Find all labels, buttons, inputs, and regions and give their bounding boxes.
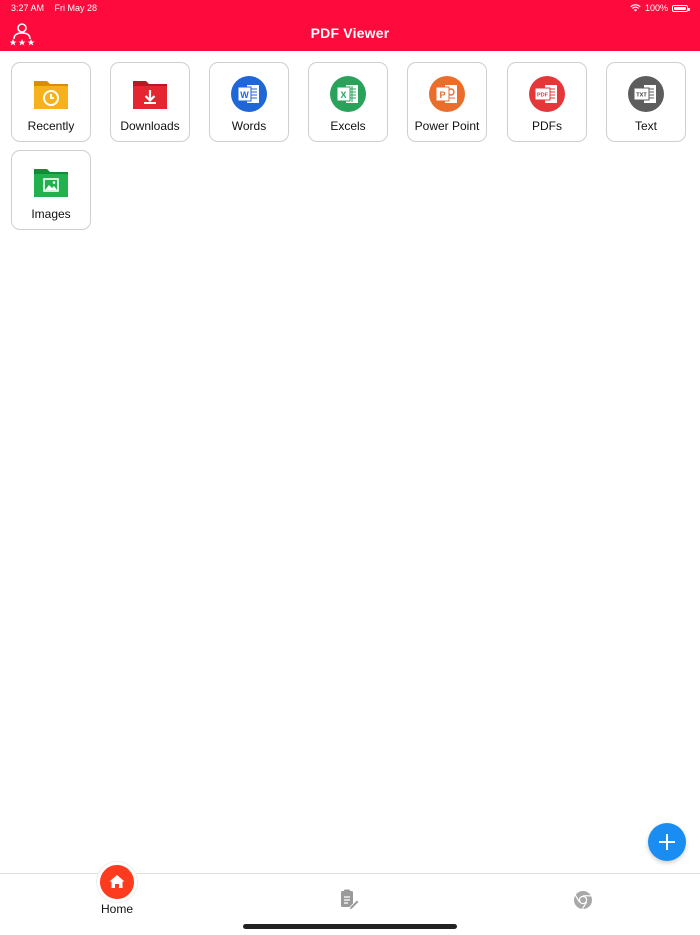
category-images[interactable]: Images — [11, 150, 91, 230]
category-recently[interactable]: Recently — [11, 62, 91, 142]
add-button[interactable] — [648, 823, 686, 861]
battery-percent: 100% — [644, 3, 668, 13]
category-label: Recently — [27, 119, 75, 133]
category-excels[interactable]: X Excels — [308, 62, 388, 142]
category-label: Words — [231, 119, 267, 133]
wifi-icon — [630, 4, 641, 12]
svg-text:TXT: TXT — [636, 93, 647, 99]
category-label: PDFs — [532, 119, 562, 133]
svg-text:X: X — [340, 90, 346, 100]
chrome-icon — [574, 891, 592, 910]
word-doc-icon: W — [231, 76, 267, 112]
category-label: Text — [634, 119, 657, 133]
status-bar: 3:27 AM Fri May 28 100% — [0, 0, 700, 16]
svg-text:PDF: PDF — [537, 93, 549, 99]
svg-text:W: W — [240, 90, 249, 100]
category-power-point[interactable]: P Power Point — [407, 62, 487, 142]
document-edit-icon — [341, 889, 360, 911]
tab-home-label: Home — [100, 902, 133, 916]
powerpoint-doc-icon: P — [429, 76, 465, 112]
svg-text:P: P — [439, 90, 445, 100]
app-header: 3:27 AM Fri May 28 100% PDF Viewer — [0, 0, 700, 51]
tab-documents[interactable] — [336, 888, 364, 912]
txt-doc-icon: TXT — [628, 76, 664, 112]
image-folder-icon — [34, 169, 68, 197]
pdf-doc-icon: PDF — [529, 76, 565, 112]
download-folder-icon — [133, 81, 167, 109]
status-date: Fri May 28 — [54, 3, 98, 13]
category-label: Downloads — [120, 119, 180, 133]
excel-doc-icon: X — [330, 76, 366, 112]
category-label: Images — [31, 207, 71, 221]
clock-folder-icon — [34, 81, 68, 109]
category-label: Excels — [330, 119, 366, 133]
category-downloads[interactable]: Downloads — [110, 62, 190, 142]
home-indicator — [243, 924, 457, 929]
category-pdfs[interactable]: PDF PDFs — [507, 62, 587, 142]
home-icon — [97, 862, 137, 902]
category-text[interactable]: TXT Text — [606, 62, 686, 142]
page-title: PDF Viewer — [310, 25, 390, 41]
tab-home[interactable]: Home — [82, 862, 152, 924]
category-words[interactable]: W Words — [209, 62, 289, 142]
status-time: 3:27 AM — [11, 3, 45, 13]
tab-browser[interactable] — [571, 888, 595, 912]
category-label: Power Point — [414, 119, 480, 133]
battery-icon — [672, 4, 690, 12]
